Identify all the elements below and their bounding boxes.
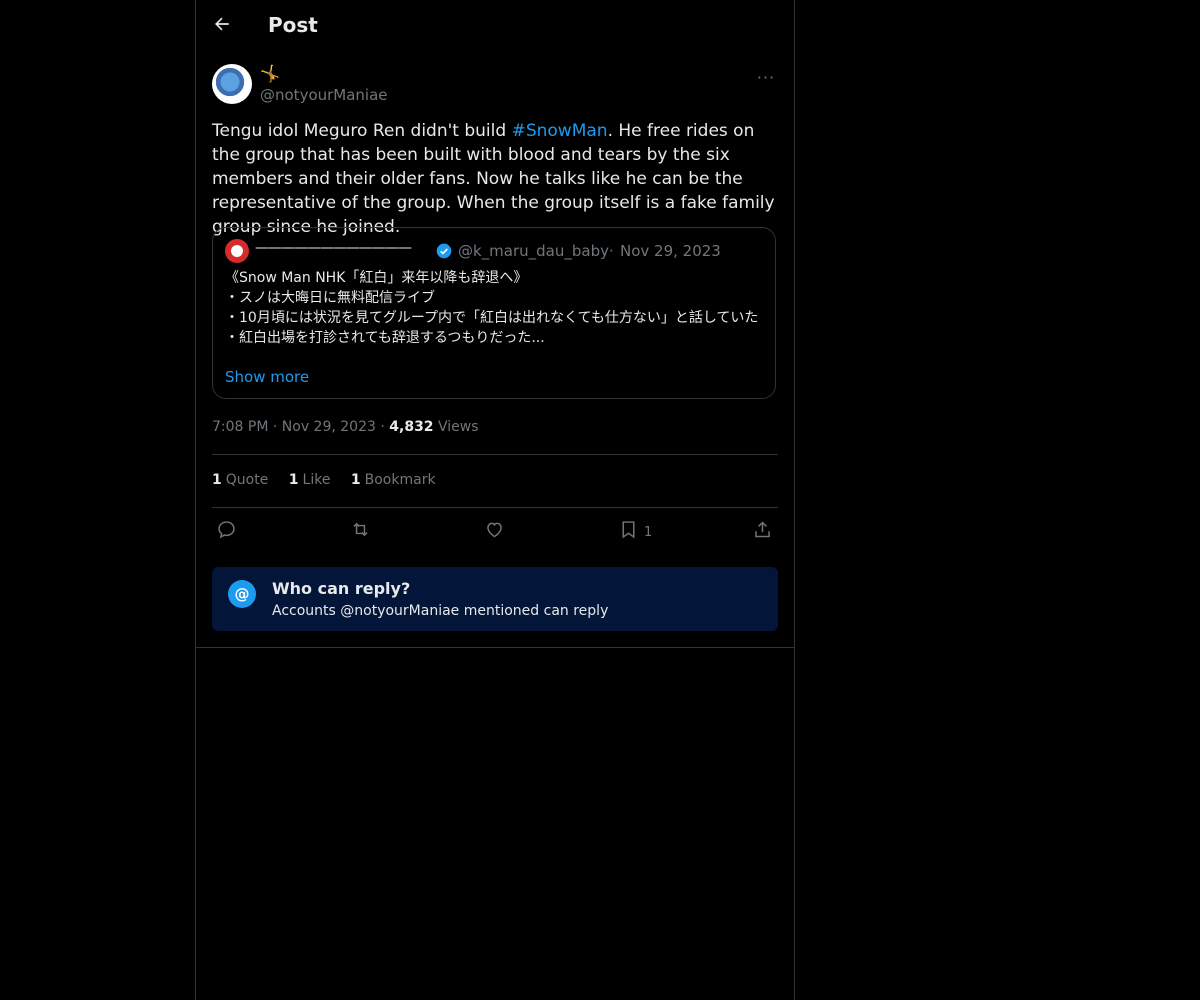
repost-button[interactable] — [350, 519, 372, 541]
quote-count-label: Quote — [225, 472, 269, 488]
bookmark-action-count: 1 — [644, 525, 653, 540]
who-can-reply-box: @ Who can reply? Accounts @notyourManiae… — [212, 567, 778, 631]
author-display-name[interactable]: 🤸 — [260, 64, 280, 83]
quoted-line: ・10月頃には状況を見てグループ内で「紅白は出れなくても仕方ない」と話していた — [225, 310, 759, 326]
page-title: Post — [268, 13, 318, 37]
header: Post — [196, 0, 794, 54]
divider — [212, 507, 778, 508]
heart-icon — [487, 522, 502, 538]
reply-box-title: Who can reply? — [272, 579, 411, 598]
back-button[interactable] — [212, 14, 238, 40]
post-bottom-divider — [196, 647, 794, 648]
like-count[interactable]: 1 Like — [289, 472, 331, 488]
views-count: 4,832 — [389, 419, 434, 435]
quote-count[interactable]: 1 Quote — [212, 472, 268, 488]
main-column: Post 🤸 @notyourManiae ··· Tengu idol Meg… — [195, 0, 795, 1000]
quoted-author-handle: @k_maru_dau_baby — [458, 242, 609, 260]
quoted-line: 《Snow Man NHK「紅白」来年以降も辞退へ》 — [225, 270, 528, 286]
reply-icon — [218, 521, 235, 539]
post-time[interactable]: 7:08 PM — [212, 419, 268, 435]
bookmark-icon — [622, 521, 635, 539]
show-more-link[interactable]: Show more — [225, 368, 309, 386]
bookmark-count-value: 1 — [350, 472, 361, 488]
quoted-date: Nov 29, 2023 — [620, 242, 721, 260]
quoted-avatar — [225, 239, 249, 263]
quoted-line: ・スノは大晦日に無料配信ライブ — [225, 290, 435, 306]
post-text: Tengu idol Meguro Ren didn't build #Snow… — [212, 119, 778, 239]
avatar[interactable] — [212, 64, 252, 104]
bookmark-count[interactable]: 1 Bookmark — [351, 472, 436, 488]
arrow-left-icon — [215, 17, 229, 31]
post-meta: 7:08 PM · Nov 29, 2023 · 4,832 Views — [212, 419, 479, 435]
action-bar: 1 — [212, 517, 778, 547]
quoted-text: 《Snow Man NHK「紅白」来年以降も辞退へ》 ・スノは大晦日に無料配信ラ… — [225, 268, 765, 348]
like-count-value: 1 — [288, 472, 299, 488]
at-sign-icon: @ — [228, 580, 256, 608]
like-count-label: Like — [302, 472, 331, 488]
meta-separator: · — [380, 419, 385, 435]
quoted-post[interactable]: ———————————— @k_maru_dau_baby · Nov 29, … — [212, 227, 776, 399]
reply-box-subtitle: Accounts @notyourManiae mentioned can re… — [272, 603, 609, 619]
quote-count-value: 1 — [212, 472, 222, 488]
author-handle[interactable]: @notyourManiae — [260, 86, 388, 104]
bookmark-button[interactable] — [618, 519, 640, 541]
share-button[interactable] — [752, 519, 774, 541]
views-label: Views — [438, 419, 479, 435]
quoted-separator: · — [609, 242, 614, 260]
engagement-stats: 1 Quote 1 Like 1 Bookmark — [212, 472, 452, 488]
like-button[interactable] — [484, 519, 506, 541]
reply-button[interactable] — [216, 519, 238, 541]
post-text-start: Tengu idol Meguro Ren didn't build — [212, 121, 512, 141]
quoted-line: ・紅白出場を打診されても辞退するつもりだった... — [225, 330, 545, 346]
meta-separator: · — [272, 419, 278, 435]
verified-badge-icon — [436, 243, 452, 259]
more-options-icon[interactable]: ··· — [756, 68, 776, 88]
bookmark-count-label: Bookmark — [364, 472, 436, 488]
hashtag-link[interactable]: #SnowMan — [512, 121, 608, 141]
post-date[interactable]: Nov 29, 2023 — [282, 419, 376, 435]
repost-icon — [353, 522, 368, 537]
quoted-author-name: ———————————— — [255, 240, 412, 256]
share-icon — [755, 521, 770, 538]
divider — [212, 454, 778, 455]
